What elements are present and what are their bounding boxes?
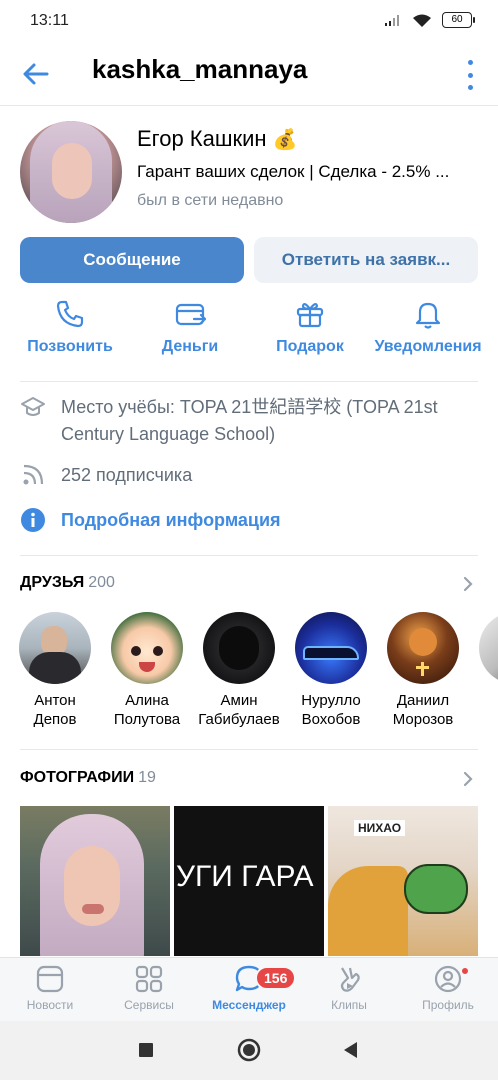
friend-item[interactable]: Амин Габибулаев	[193, 612, 285, 729]
status-icons: 60	[384, 12, 475, 28]
info-icon	[21, 508, 45, 532]
friend-item[interactable]: Д Л	[469, 612, 498, 729]
profile-actions: Позвонить Деньги Подарок Уведомления	[0, 298, 498, 366]
education-row: Место учёбы: TOPA 21世紀語学校 (TOPA 21st Cen…	[20, 394, 480, 450]
divider	[20, 555, 478, 556]
profile-name: Егор Кашкин 💰	[137, 126, 298, 151]
unread-badge: 156	[255, 966, 297, 990]
news-icon	[36, 965, 64, 993]
friend-avatar	[19, 612, 91, 684]
divider	[20, 381, 478, 382]
bottom-tab-bar: Новости Сервисы 156 Мессенджер Клипы Про…	[0, 957, 498, 1021]
page-title: kashka_mannaya	[92, 54, 308, 84]
friend-avatar	[203, 612, 275, 684]
phone-icon	[56, 300, 84, 328]
rss-icon	[23, 464, 44, 485]
tab-services[interactable]: Сервисы	[99, 964, 199, 1012]
chevron-right-icon[interactable]	[462, 771, 474, 787]
signal-icon	[385, 15, 399, 26]
reply-request-button[interactable]: Ответить на заявк...	[254, 237, 478, 283]
tab-clips[interactable]: Клипы	[299, 964, 399, 1012]
friend-avatar	[111, 612, 183, 684]
details-link[interactable]: Подробная информация	[61, 507, 281, 534]
photos-header[interactable]: ФОТОГРАФИИ 19	[20, 769, 156, 787]
back-button[interactable]	[20, 58, 52, 90]
message-button[interactable]: Сообщение	[20, 237, 244, 283]
money-action[interactable]: Деньги	[142, 298, 238, 356]
app-header: kashka_mannaya	[0, 44, 498, 106]
tab-messenger[interactable]: 156 Мессенджер	[199, 964, 299, 1012]
friend-item[interactable]: Антон Депов	[9, 612, 101, 729]
notification-dot	[460, 966, 470, 976]
bell-icon	[415, 302, 441, 329]
status-bar: 13:11 60	[0, 0, 498, 44]
services-icon	[135, 965, 163, 993]
battery-icon: 60	[442, 12, 475, 28]
friend-avatar	[479, 612, 498, 684]
profile-avatar[interactable]	[20, 121, 122, 223]
friend-avatar	[387, 612, 459, 684]
profile-status[interactable]: Гарант ваших сделок | Сделка - 2.5% ...	[137, 162, 482, 182]
tab-profile[interactable]: Профиль	[398, 964, 498, 1012]
friends-list: Антон Депов Алина Полутова Амин Габибула…	[0, 612, 498, 732]
money-bag-icon: 💰	[272, 129, 298, 151]
details-row[interactable]: Подробная информация	[20, 507, 480, 535]
photo-thumbnail[interactable]: УГИ ГАРА	[174, 806, 324, 956]
followers-row[interactable]: 252 подписчика	[20, 462, 480, 490]
call-action[interactable]: Позвонить	[22, 298, 118, 356]
friend-avatar	[295, 612, 367, 684]
friend-item[interactable]: Даниил Морозов	[377, 612, 469, 729]
status-time: 13:11	[30, 12, 69, 29]
photo-thumbnail[interactable]: НИХАО	[328, 806, 478, 956]
clips-icon	[340, 967, 360, 992]
wifi-icon	[413, 14, 431, 27]
arrow-left-icon	[23, 63, 49, 85]
photos-grid: УГИ ГАРА НИХАО	[20, 806, 498, 956]
back-nav-icon[interactable]	[342, 1041, 358, 1059]
notifications-action[interactable]: Уведомления	[372, 298, 484, 356]
graduation-cap-icon	[21, 397, 45, 416]
system-nav-bar	[0, 1021, 498, 1080]
profile-icon	[434, 965, 462, 993]
card-icon	[175, 303, 206, 326]
more-options-button[interactable]	[466, 60, 474, 90]
photo-thumbnail[interactable]	[20, 806, 170, 956]
divider	[20, 749, 478, 750]
last-seen: был в сети недавно	[137, 192, 284, 209]
home-icon[interactable]	[237, 1038, 261, 1062]
tab-news[interactable]: Новости	[0, 964, 100, 1012]
friends-header[interactable]: ДРУЗЬЯ 200	[20, 574, 115, 592]
recents-icon[interactable]	[138, 1042, 154, 1058]
chevron-right-icon[interactable]	[462, 576, 474, 592]
friend-item[interactable]: Нурулло Вохобов	[285, 612, 377, 729]
gift-action[interactable]: Подарок	[262, 298, 358, 356]
gift-icon	[296, 303, 324, 328]
friend-item[interactable]: Алина Полутова	[101, 612, 193, 729]
more-dots-icon	[467, 60, 473, 65]
